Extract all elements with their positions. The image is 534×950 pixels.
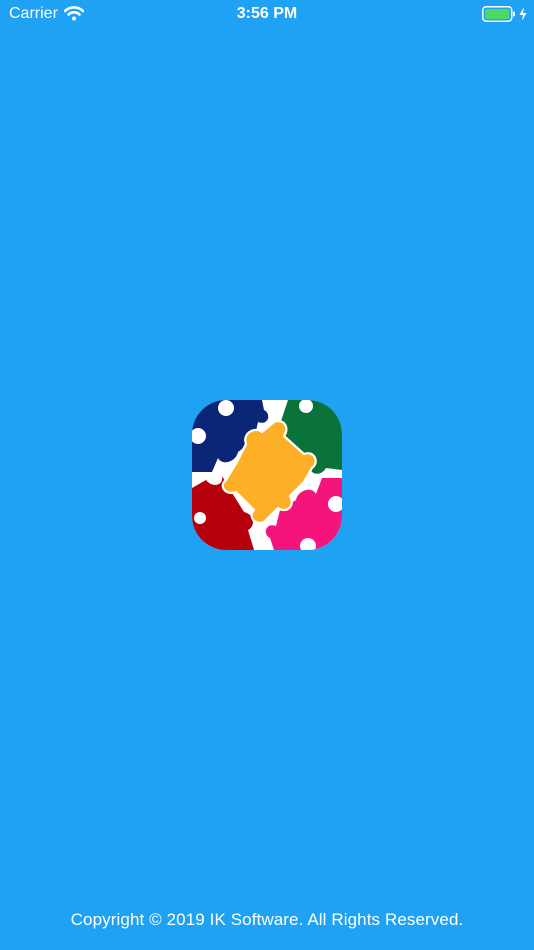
puzzle-pieces-icon [192,400,342,550]
clock-time: 3:56 PM [236,5,298,22]
copyright-text: Copyright © 2019 IK Software. All Rights… [70,910,464,929]
charging-bolt-icon [519,7,527,21]
status-bar: Carrier 3:56 PM [0,0,534,28]
battery-icon [482,6,515,22]
